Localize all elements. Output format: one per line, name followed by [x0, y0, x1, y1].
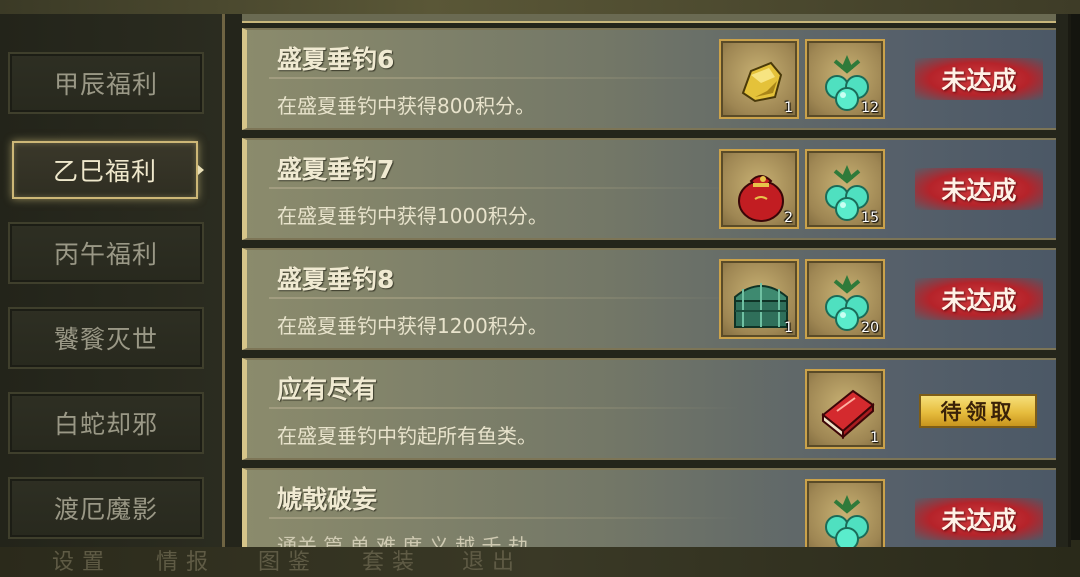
divider: [269, 187, 739, 189]
task-row: 盛夏垂钓8 在盛夏垂钓中获得1200积分。 1 20 未达成: [242, 248, 1056, 350]
reward-count: 12: [861, 100, 879, 116]
task-title: 应有尽有: [277, 375, 378, 404]
divider: [269, 297, 739, 299]
reward-slot[interactable]: [805, 479, 885, 547]
claim-button[interactable]: 待领取: [919, 394, 1037, 428]
task-title: 盛夏垂钓6: [277, 45, 395, 74]
bottom-menu: 设置 情报 图鉴 套装 退出: [0, 542, 1080, 577]
task-row: 虓戟破妄 通关 篇 单 难 度 义 越 千 劫 未达成: [242, 468, 1056, 547]
menu-intel[interactable]: 情报: [156, 544, 216, 576]
status-badge: 未达成: [915, 278, 1043, 320]
sidebar-item-label: 甲辰福利: [53, 70, 158, 99]
divider: [269, 77, 739, 79]
sidebar-item-label: 乙巳福利: [52, 157, 157, 186]
task-row: 盛夏垂钓7 在盛夏垂钓中获得1000积分。 2 15 未达成: [242, 138, 1056, 240]
menu-settings[interactable]: 设置: [52, 544, 112, 576]
task-title: 虓戟破妄: [277, 485, 378, 514]
divider: [269, 517, 739, 519]
sidebar-item-jiachen[interactable]: 甲辰福利: [8, 52, 204, 114]
sidebar-item-label: 渡厄魔影: [53, 495, 158, 524]
sidebar-item-label: 饕餮灭世: [53, 325, 158, 354]
menu-codex[interactable]: 图鉴: [258, 544, 318, 576]
sidebar-item-yisi[interactable]: 乙巳福利: [12, 141, 198, 199]
reward-count: 1: [784, 100, 793, 116]
task-desc: 在盛夏垂钓中获得1000积分。: [277, 204, 548, 228]
reward-slot[interactable]: 12: [805, 39, 885, 119]
status-badge: 未达成: [915, 498, 1043, 540]
task-desc: 通关 篇 单 难 度 义 越 千 劫: [277, 534, 528, 547]
reward-slot[interactable]: 1: [805, 369, 885, 449]
task-desc: 在盛夏垂钓中获得1200积分。: [277, 314, 548, 338]
reward-count: 2: [784, 210, 793, 226]
task-list[interactable]: 盛夏垂钓6 在盛夏垂钓中获得800积分。 1 12 未达成 盛夏垂钓7 在盛夏垂…: [232, 14, 1062, 547]
status-badge: 未达成: [915, 168, 1043, 210]
previous-row-edge: [242, 14, 1056, 23]
active-arrow-icon: [198, 165, 204, 175]
background-top: [0, 0, 1080, 14]
reward-count: 1: [784, 320, 793, 336]
task-row: 盛夏垂钓6 在盛夏垂钓中获得800积分。 1 12 未达成: [242, 28, 1056, 130]
sidebar-item-taotie[interactable]: 饕餮灭世: [8, 307, 204, 369]
task-desc: 在盛夏垂钓中获得800积分。: [277, 94, 536, 118]
reward-slot[interactable]: 20: [805, 259, 885, 339]
task-row: 应有尽有 在盛夏垂钓中钓起所有鱼类。 1 待领取: [242, 358, 1056, 460]
reward-count: 15: [861, 210, 879, 226]
reward-count: 20: [861, 320, 879, 336]
task-title: 盛夏垂钓7: [277, 155, 395, 184]
task-desc: 在盛夏垂钓中钓起所有鱼类。: [277, 424, 537, 448]
sidebar-item-label: 丙午福利: [53, 240, 158, 269]
reward-slot[interactable]: 2: [719, 149, 799, 229]
sidebar-item-due[interactable]: 渡厄魔影: [8, 477, 204, 539]
sidebar: 甲辰福利 乙巳福利 丙午福利 饕餮灭世 白蛇却邪 渡厄魔影: [0, 14, 225, 547]
task-title: 盛夏垂钓8: [277, 265, 395, 294]
reward-slot[interactable]: 1: [719, 259, 799, 339]
divider: [269, 407, 739, 409]
status-badge: 未达成: [915, 58, 1043, 100]
reward-slot[interactable]: 1: [719, 39, 799, 119]
reward-slot[interactable]: 15: [805, 149, 885, 229]
reward-count: 1: [870, 430, 879, 446]
menu-sets[interactable]: 套装: [362, 544, 422, 576]
sidebar-item-bingwu[interactable]: 丙午福利: [8, 222, 204, 284]
sidebar-item-label: 白蛇却邪: [53, 410, 158, 439]
jade-fruit-icon: [825, 495, 869, 547]
menu-exit[interactable]: 退出: [462, 544, 522, 576]
sidebar-item-baishe[interactable]: 白蛇却邪: [8, 392, 204, 454]
